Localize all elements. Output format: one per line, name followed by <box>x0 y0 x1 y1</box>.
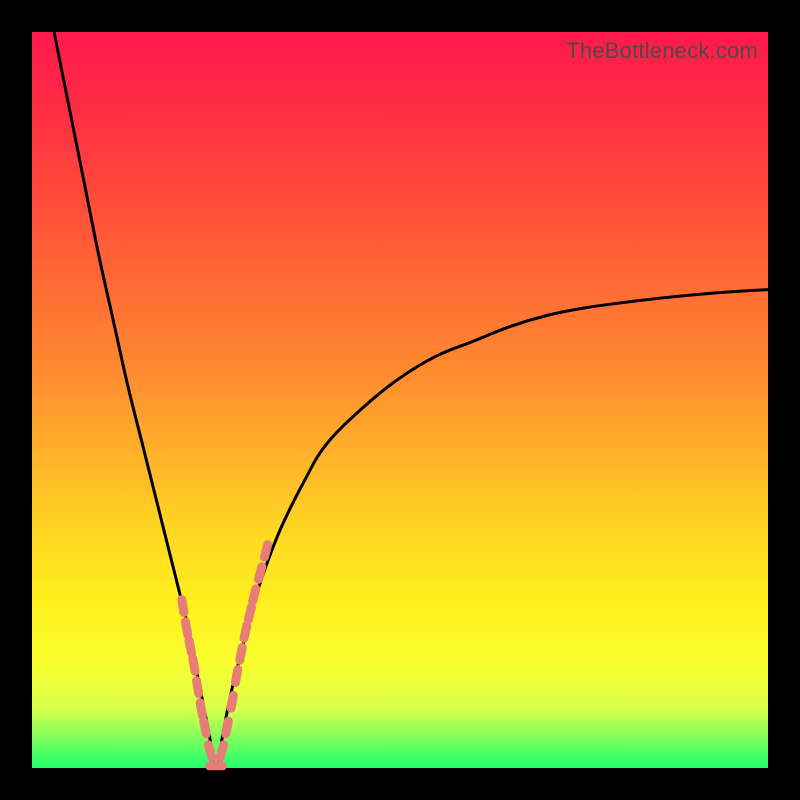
curve-marker <box>193 659 195 672</box>
curve-marker <box>189 640 192 653</box>
chart-frame: TheBottleneck.com <box>0 0 800 800</box>
curve-marker <box>235 670 237 683</box>
curve-marker <box>231 695 233 708</box>
plot-area: TheBottleneck.com <box>32 32 768 768</box>
curve-markers <box>182 545 268 766</box>
curve-marker <box>240 648 243 661</box>
curve-marker <box>197 681 199 694</box>
curve-marker <box>182 600 184 613</box>
curve-marker <box>264 545 267 558</box>
bottleneck-curve <box>54 32 768 768</box>
curve-layer <box>32 32 768 768</box>
curve-marker <box>226 721 229 734</box>
curve-marker <box>200 703 202 716</box>
curve-marker <box>244 625 247 638</box>
curve-marker <box>204 721 207 734</box>
curve-marker <box>258 567 261 580</box>
curve-marker <box>220 745 224 757</box>
curve-marker <box>185 622 187 635</box>
curve-marker <box>208 745 212 757</box>
curve-marker <box>248 607 251 620</box>
curve-marker <box>253 589 256 602</box>
